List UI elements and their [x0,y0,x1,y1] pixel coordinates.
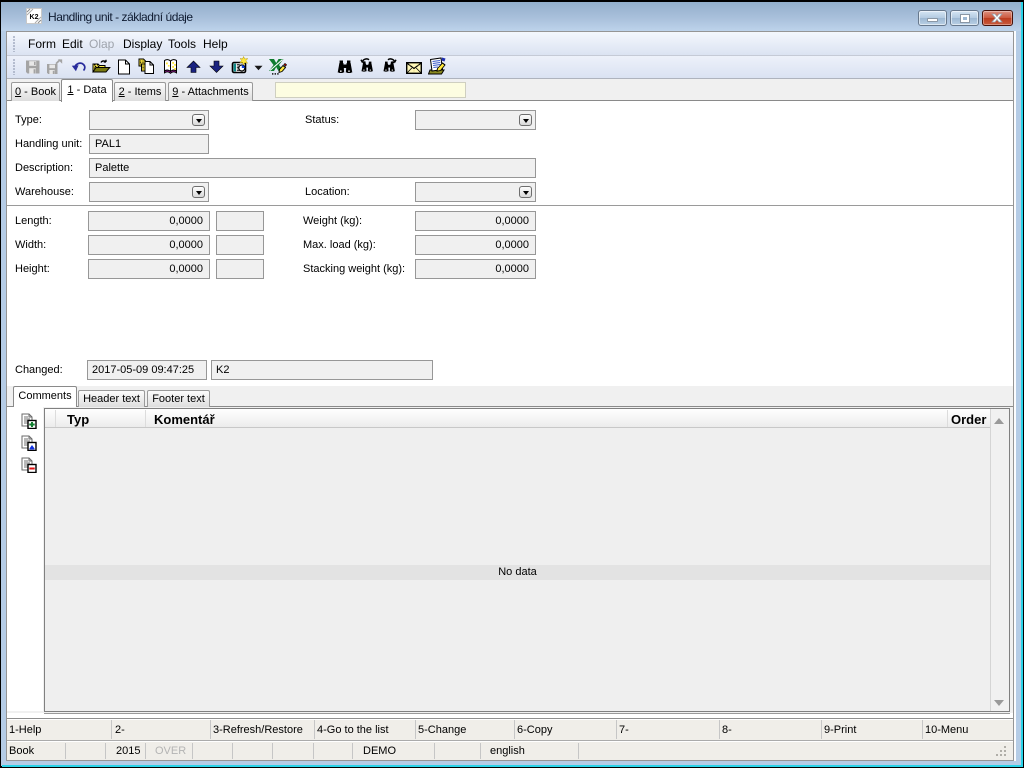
svg-text:K2: K2 [30,14,39,21]
